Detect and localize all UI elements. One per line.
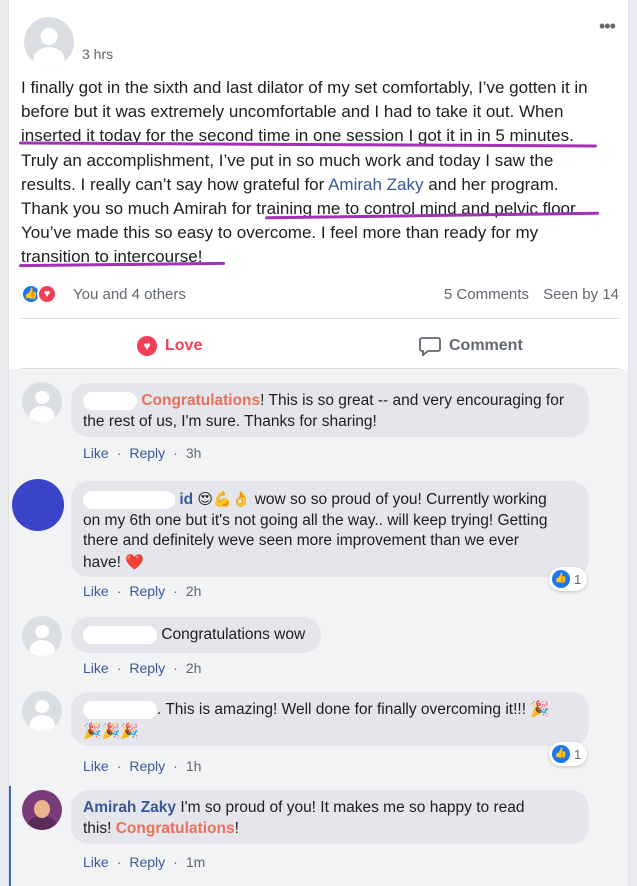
- emoji-reaction: 😍💪👌: [197, 490, 251, 508]
- love-reaction-icon[interactable]: ♥: [37, 284, 57, 304]
- reply-link[interactable]: Reply: [129, 660, 165, 676]
- dot-separator: ·: [173, 854, 178, 870]
- author-avatar[interactable]: [22, 790, 62, 830]
- commenter-avatar[interactable]: [22, 691, 62, 731]
- comment-bubble: Congratulations wow: [71, 617, 321, 653]
- love-label: Love: [165, 337, 203, 354]
- comment-meta: Like · Reply · 2h: [83, 660, 209, 676]
- dot-separator: ·: [173, 660, 178, 676]
- congratulations-highlight: Congratulations: [115, 819, 235, 837]
- post-line: I finally got in the sixth and last dila…: [21, 78, 588, 97]
- divider: [21, 318, 619, 319]
- comment-meta: Like · Reply · 3h: [83, 445, 209, 461]
- comments-count[interactable]: 5 Comments: [444, 286, 529, 303]
- post-card: 3 hrs ••• I finally got in the sixth and…: [8, 0, 629, 886]
- commenter-avatar[interactable]: [12, 479, 64, 531]
- post-stats: 5 Comments Seen by 14: [444, 286, 619, 303]
- comment-meta: Like · Reply · 2h: [83, 583, 209, 599]
- comments-section: Congratulations! This is so great -- and…: [9, 369, 628, 886]
- comment-label: Comment: [449, 337, 523, 354]
- dot-separator: ·: [116, 445, 122, 461]
- dot-separator: ·: [116, 583, 122, 599]
- comment-like-badge[interactable]: 👍 1: [549, 567, 588, 591]
- seen-by[interactable]: Seen by 14: [543, 286, 619, 303]
- like-link[interactable]: Like: [83, 660, 109, 676]
- comment-button[interactable]: Comment: [419, 335, 523, 357]
- commenter-name[interactable]: Amirah Zaky: [83, 799, 176, 816]
- comment-like-badge[interactable]: 👍 1: [549, 742, 588, 766]
- comment-bubble: id 😍💪👌 wow so so proud of you! Currently…: [71, 481, 589, 577]
- post-line: before but it was extremely uncomfortabl…: [21, 102, 564, 122]
- comment-time[interactable]: 1m: [186, 854, 205, 870]
- like-link[interactable]: Like: [83, 854, 109, 870]
- dot-separator: ·: [173, 583, 178, 599]
- comment-time[interactable]: 2h: [186, 660, 202, 676]
- like-link[interactable]: Like: [83, 758, 109, 774]
- like-count: 1: [574, 571, 582, 587]
- comment-bubble: . This is amazing! Well done for finally…: [71, 692, 589, 746]
- reply-link[interactable]: Reply: [129, 445, 165, 461]
- redacted-name: [83, 700, 157, 719]
- comment-time[interactable]: 3h: [186, 445, 202, 461]
- comment-time[interactable]: 1h: [186, 758, 202, 774]
- reply-link[interactable]: Reply: [129, 583, 165, 599]
- commenter-avatar[interactable]: [22, 382, 62, 422]
- reply-link[interactable]: Reply: [129, 854, 165, 870]
- reactions-summary: 👍 ♥ You and 4 others 5 Comments Seen by …: [21, 284, 619, 306]
- post-timestamp[interactable]: 3 hrs: [82, 46, 113, 62]
- dot-separator: ·: [173, 758, 178, 774]
- redacted-name: [83, 625, 157, 644]
- comment-time[interactable]: 2h: [186, 583, 202, 599]
- speech-bubble-icon: [419, 337, 441, 356]
- comment-meta: Like · Reply · 1m: [83, 854, 213, 870]
- reactors-link[interactable]: You and 4 others: [73, 286, 186, 303]
- comment-meta: Like · Reply · 1h: [83, 758, 209, 774]
- comment-bubble: Congratulations! This is so great -- and…: [71, 383, 589, 437]
- commenter-name[interactable]: id: [179, 491, 193, 508]
- redacted-name: [83, 490, 175, 509]
- post-body: I finally got in the sixth and last dila…: [21, 76, 621, 270]
- reply-link[interactable]: Reply: [129, 758, 165, 774]
- like-link[interactable]: Like: [83, 445, 109, 461]
- dot-separator: ·: [116, 854, 122, 870]
- mention-link[interactable]: Amirah Zaky: [328, 175, 423, 194]
- post-author-avatar[interactable]: [24, 17, 74, 67]
- like-link[interactable]: Like: [83, 583, 109, 599]
- author-reply-indicator: [9, 786, 11, 886]
- redacted-name: [83, 391, 137, 410]
- thumbs-up-icon: 👍: [552, 570, 570, 588]
- heart-icon: ♥: [137, 336, 157, 356]
- like-count: 1: [574, 746, 582, 762]
- red-heart-icon: ❤️: [125, 552, 144, 571]
- post-line: You’ve made this so easy to overcome. I …: [21, 223, 539, 243]
- thumbs-up-icon: 👍: [552, 745, 570, 763]
- congratulations-highlight: Congratulations: [141, 392, 261, 409]
- dot-separator: ·: [173, 445, 178, 461]
- love-button[interactable]: ♥ Love: [137, 335, 202, 357]
- dot-separator: ·: [116, 758, 122, 774]
- party-popper-emoji: 🎉🎉🎉: [83, 721, 140, 740]
- post-line: results. I really can’t say how grateful…: [21, 174, 559, 194]
- dot-separator: ·: [116, 660, 122, 676]
- post-line: Truly an accomplishment, I’ve put in so …: [21, 150, 554, 170]
- comment-bubble: Amirah Zaky I'm so proud of you! It make…: [71, 790, 589, 844]
- commenter-avatar[interactable]: [22, 616, 62, 656]
- more-options-icon[interactable]: •••: [599, 16, 616, 37]
